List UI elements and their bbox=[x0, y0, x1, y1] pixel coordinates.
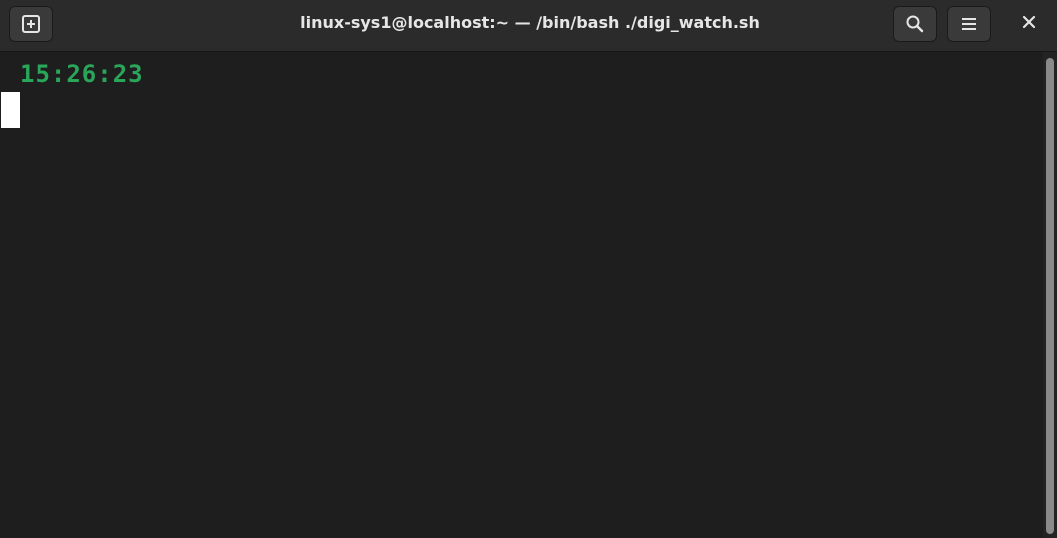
digital-clock-text: 15:26:23 bbox=[20, 60, 144, 88]
terminal-window: linux-sys1@localhost:~ — /bin/bash ./dig… bbox=[0, 0, 1057, 538]
new-tab-icon bbox=[21, 14, 41, 34]
window-title: linux-sys1@localhost:~ — /bin/bash ./dig… bbox=[300, 13, 760, 32]
vertical-scrollbar[interactable] bbox=[1043, 52, 1057, 538]
terminal-cursor bbox=[1, 92, 20, 128]
scrollbar-thumb[interactable] bbox=[1046, 58, 1054, 534]
search-button[interactable] bbox=[893, 6, 937, 42]
hamburger-menu-icon bbox=[960, 15, 978, 33]
title-bar: linux-sys1@localhost:~ — /bin/bash ./dig… bbox=[0, 0, 1057, 52]
new-tab-button[interactable] bbox=[9, 6, 53, 42]
close-button[interactable] bbox=[1009, 6, 1049, 42]
search-icon bbox=[905, 14, 925, 34]
close-icon bbox=[1022, 15, 1036, 34]
menu-button[interactable] bbox=[947, 6, 991, 42]
terminal-output-area[interactable]: 15:26:23 bbox=[0, 52, 1043, 538]
